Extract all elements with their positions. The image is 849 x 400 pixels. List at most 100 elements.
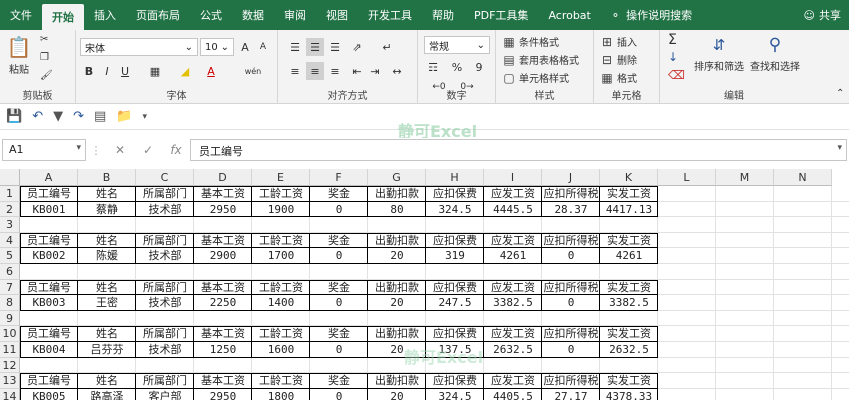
column-header[interactable]: I (484, 169, 542, 186)
column-header[interactable]: N (774, 169, 832, 186)
data-cell[interactable]: KB004 (20, 342, 78, 358)
header-cell[interactable]: 应扣保费 (426, 233, 484, 249)
header-cell[interactable]: 所属部门 (136, 186, 194, 202)
header-cell[interactable]: 出勤扣款 (368, 326, 426, 342)
header-cell[interactable]: 应扣所得税 (542, 186, 600, 202)
row-header[interactable]: 13 (0, 373, 20, 389)
data-cell[interactable]: KB005 (20, 389, 78, 400)
row-header[interactable]: 6 (0, 264, 20, 280)
collapse-ribbon-icon[interactable]: ⌃ (836, 88, 844, 99)
header-cell[interactable]: 奖金 (310, 280, 368, 296)
header-cell[interactable]: 应扣保费 (426, 373, 484, 389)
cut-icon[interactable]: ✂ (40, 34, 48, 45)
header-cell[interactable]: 员工编号 (20, 186, 78, 202)
row-header[interactable]: 12 (0, 357, 20, 374)
header-cell[interactable]: 所属部门 (136, 233, 194, 249)
paste-button[interactable]: 📋 粘贴 (6, 34, 32, 76)
header-cell[interactable]: 应发工资 (484, 326, 542, 342)
data-cell[interactable]: 324.5 (426, 389, 484, 400)
find-select-button[interactable]: ⚲ 查找和选择 (750, 32, 800, 73)
header-cell[interactable]: 工龄工资 (252, 233, 310, 249)
data-cell[interactable]: 324.5 (426, 202, 484, 218)
column-header[interactable]: F (310, 169, 368, 186)
tab-8[interactable]: 开发工具 (358, 0, 422, 30)
data-cell[interactable]: 27.17 (542, 389, 600, 400)
data-cell[interactable]: 2632.5 (600, 342, 658, 358)
header-cell[interactable]: 姓名 (78, 373, 136, 389)
data-cell[interactable]: KB001 (20, 202, 78, 218)
header-cell[interactable]: 所属部门 (136, 373, 194, 389)
header-cell[interactable]: 姓名 (78, 280, 136, 296)
delete-cells-button[interactable]: ⊟ 删除 (600, 52, 637, 68)
data-cell[interactable]: 1600 (252, 342, 310, 358)
border-icon[interactable]: ▦ (146, 62, 164, 80)
data-cell[interactable]: 技术部 (136, 342, 194, 358)
data-cell[interactable]: 2250 (194, 295, 252, 311)
header-cell[interactable]: 应发工资 (484, 373, 542, 389)
data-cell[interactable]: 1250 (194, 342, 252, 358)
row-header[interactable]: 11 (0, 342, 20, 358)
header-cell[interactable]: 奖金 (310, 186, 368, 202)
bold-button[interactable]: B (80, 62, 98, 80)
row-header[interactable]: 1 (0, 186, 20, 202)
undo-icon[interactable]: ↶ (32, 109, 43, 124)
header-cell[interactable]: 应扣所得税 (542, 373, 600, 389)
save-icon[interactable]: 💾 (6, 109, 22, 124)
formula-input[interactable]: 员工编号 ▾ (190, 139, 847, 161)
data-cell[interactable]: 路高泽 (78, 389, 136, 400)
row-header[interactable]: 5 (0, 248, 20, 264)
enter-icon[interactable]: ✓ (134, 143, 162, 157)
tab-11[interactable]: Acrobat (538, 0, 600, 30)
data-cell[interactable]: 80 (368, 202, 426, 218)
align-top-icon[interactable]: ☰ (286, 38, 304, 56)
fill-color-icon[interactable]: ◢ (176, 62, 194, 80)
header-cell[interactable]: 姓名 (78, 186, 136, 202)
tab-2[interactable]: 插入 (84, 0, 126, 30)
header-cell[interactable]: 出勤扣款 (368, 373, 426, 389)
header-cell[interactable]: 基本工资 (194, 326, 252, 342)
align-center-icon[interactable]: ≡ (306, 62, 324, 80)
column-header[interactable]: E (252, 169, 310, 186)
column-header[interactable]: D (194, 169, 252, 186)
header-cell[interactable]: 应发工资 (484, 233, 542, 249)
data-cell[interactable]: 4417.13 (600, 202, 658, 218)
header-cell[interactable]: 实发工资 (600, 373, 658, 389)
data-cell[interactable]: 1900 (252, 202, 310, 218)
copy-icon[interactable]: ❐ (40, 52, 49, 63)
header-cell[interactable]: 应扣保费 (426, 326, 484, 342)
data-cell[interactable]: 2900 (194, 248, 252, 264)
header-cell[interactable]: 实发工资 (600, 186, 658, 202)
header-cell[interactable]: 员工编号 (20, 233, 78, 249)
header-cell[interactable]: 姓名 (78, 233, 136, 249)
data-cell[interactable]: 陈媛 (78, 248, 136, 264)
cancel-icon[interactable]: ✕ (106, 143, 134, 157)
align-bottom-icon[interactable]: ☰ (326, 38, 344, 56)
header-cell[interactable]: 工龄工资 (252, 186, 310, 202)
data-cell[interactable]: 0 (310, 202, 368, 218)
row-header[interactable]: 4 (0, 232, 20, 249)
data-cell[interactable]: 1700 (252, 248, 310, 264)
clear-icon[interactable]: ⌫ (668, 68, 685, 82)
header-cell[interactable]: 应发工资 (484, 186, 542, 202)
header-cell[interactable]: 基本工资 (194, 280, 252, 296)
drag-handle-icon[interactable]: ⋮ (86, 144, 106, 157)
increase-indent-icon[interactable]: ⇥ (366, 62, 384, 80)
data-cell[interactable]: 0 (310, 248, 368, 264)
wrap-text-icon[interactable]: ↵ (378, 38, 396, 56)
phonetic-button[interactable]: wén (238, 62, 268, 80)
header-cell[interactable]: 实发工资 (600, 233, 658, 249)
sort-filter-button[interactable]: ⇵ 排序和筛选 (694, 32, 744, 73)
tab-5[interactable]: 数据 (232, 0, 274, 30)
format-painter-icon[interactable]: 🖌 (40, 70, 53, 81)
name-box[interactable]: A1 ▾ (2, 139, 86, 161)
header-cell[interactable]: 奖金 (310, 233, 368, 249)
redo-icon[interactable]: ↷ (73, 109, 84, 124)
align-right-icon[interactable]: ≡ (326, 62, 344, 80)
data-cell[interactable]: 1400 (252, 295, 310, 311)
data-cell[interactable]: 319 (426, 248, 484, 264)
column-header[interactable]: A (20, 169, 78, 186)
column-header[interactable]: H (426, 169, 484, 186)
folder-icon[interactable]: 📁 (116, 109, 132, 124)
data-cell[interactable]: 客户部 (136, 389, 194, 400)
data-cell[interactable]: 0 (310, 295, 368, 311)
